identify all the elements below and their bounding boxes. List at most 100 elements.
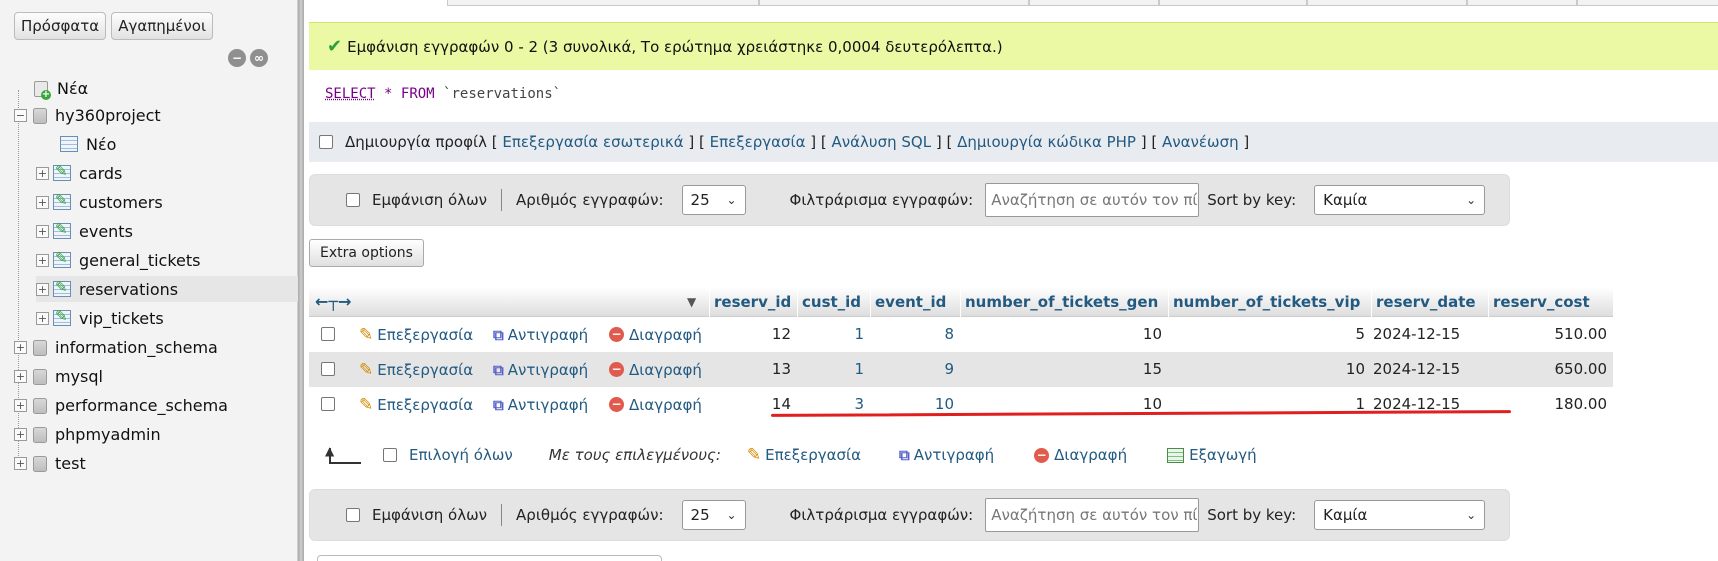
extra-options-button[interactable]: Extra options [309,239,424,267]
collapse-icon[interactable]: − [14,108,27,122]
filter-rows-input[interactable]: Αναζήτηση σε αυτόν τον πίνακα [985,498,1200,532]
cell-tickets-vip[interactable]: 10 [1168,352,1371,387]
cell-reserv-date[interactable]: 2024-12-15 [1373,317,1488,352]
top-tab[interactable] [1159,0,1307,6]
row-delete-link[interactable]: − Διαγραφή [609,352,702,387]
collapse-all-icon[interactable]: − [228,49,246,67]
explain-sql-link[interactable]: Ανάλυση SQL [832,133,932,151]
sort-by-key-select[interactable]: Καμία ⌄ [1314,185,1486,215]
row-copy-link[interactable]: ⧉ Αντιγραφή [493,317,588,352]
tree-item-vip-tickets[interactable]: + vip_tickets [36,305,164,331]
edit-query-link[interactable]: Επεξεργασία [710,133,806,151]
favorites-button[interactable]: Αγαπημένοι [111,12,214,40]
tree-item-performance-schema[interactable]: + performance_schema [14,392,228,418]
column-header-reserv-id[interactable]: reserv_id [709,287,797,317]
tree-item-cards[interactable]: + cards [36,160,122,186]
cell-event-id[interactable]: 8 [870,317,960,352]
row-edit-link[interactable]: ✎ Επεξεργασία [359,352,473,387]
tree-item-customers[interactable]: + customers [36,189,163,215]
rows-count-select[interactable]: 25 ⌄ [681,500,746,530]
top-tab[interactable] [1577,0,1718,6]
column-header-number-of-tickets-vip[interactable]: number_of_tickets_vip [1168,287,1371,317]
cell-cust-id[interactable]: 3 [797,387,870,422]
cell-reserv-cost[interactable]: 650.00 [1488,352,1613,387]
cell-event-id[interactable]: 10 [870,387,960,422]
column-header-number-of-tickets-gen[interactable]: number_of_tickets_gen [960,287,1168,317]
cell-tickets-gen[interactable]: 10 [960,387,1168,422]
bulk-copy-button[interactable]: ⧉ Αντιγραφή [899,446,994,464]
expand-icon[interactable]: + [36,195,49,209]
top-tab[interactable] [1467,0,1577,6]
expand-icon[interactable]: + [14,456,27,470]
row-delete-link[interactable]: − Διαγραφή [609,387,702,422]
tree-item-general-tickets[interactable]: + general_tickets [36,247,200,273]
cell-tickets-gen[interactable]: 15 [960,352,1168,387]
tree-item-test[interactable]: + test [14,450,86,476]
sort-dropdown-icon[interactable]: ▼ [687,287,696,317]
column-header-event-id[interactable]: event_id [870,287,960,317]
tree-item-new-table[interactable]: Νέο [60,131,116,157]
filter-rows-input[interactable]: Αναζήτηση σε αυτόν τον πίνακα [985,183,1200,217]
refresh-link[interactable]: Ανανέωση [1162,133,1239,151]
expand-icon[interactable]: + [14,369,27,383]
column-resize-arrows-icon[interactable]: ←┬→ [315,287,351,317]
tree-item-mysql[interactable]: + mysql [14,363,103,389]
cell-reserv-date[interactable]: 2024-12-15 [1373,352,1488,387]
sql-keyword-select[interactable]: SELECT [325,86,376,102]
column-header-reserv-date[interactable]: reserv_date [1371,287,1488,317]
cell-cust-id[interactable]: 1 [797,317,870,352]
row-copy-link[interactable]: ⧉ Αντιγραφή [493,352,588,387]
expand-icon[interactable]: + [36,253,49,267]
top-tab[interactable] [759,0,1029,6]
sort-by-key-select[interactable]: Καμία ⌄ [1314,500,1486,530]
tree-item-events[interactable]: + events [36,218,133,244]
top-tab[interactable] [1029,0,1159,6]
show-all-checkbox[interactable] [346,193,360,207]
row-checkbox[interactable] [321,362,335,376]
profiling-checkbox[interactable] [319,135,333,149]
cell-cust-id[interactable]: 1 [797,352,870,387]
cell-reserv-cost[interactable]: 510.00 [1488,317,1613,352]
bulk-export-button[interactable]: Εξαγωγή [1167,446,1257,464]
bulk-edit-button[interactable]: ✎ Επεξεργασία [747,445,861,465]
top-tab[interactable] [1307,0,1467,6]
column-header-cust-id[interactable]: cust_id [797,287,870,317]
expand-icon[interactable]: + [14,398,27,412]
select-all-checkbox[interactable] [383,448,397,462]
bulk-delete-button[interactable]: − Διαγραφή [1034,446,1127,464]
expand-icon[interactable]: + [14,427,27,441]
top-tab[interactable] [447,0,759,6]
create-php-code-link[interactable]: Δημιουργία κώδικα PHP [957,133,1136,151]
expand-icon[interactable]: + [36,282,49,296]
edit-inline-link[interactable]: Επεξεργασία εσωτερικά [502,133,683,151]
cell-reserv-id[interactable]: 12 [709,317,797,352]
expand-icon[interactable]: + [36,166,49,180]
rows-count-select[interactable]: 25 ⌄ [681,185,746,215]
tree-item-new[interactable]: Νέα [14,75,88,101]
select-all-label[interactable]: Επιλογή όλων [409,446,513,464]
tree-item-information-schema[interactable]: + information_schema [14,334,218,360]
tree-item-reservations[interactable]: + reservations [36,276,298,302]
cell-reserv-cost[interactable]: 180.00 [1488,387,1613,422]
expand-icon[interactable]: + [36,224,49,238]
tree-item-hy360project[interactable]: − hy360project [14,102,161,128]
cell-tickets-vip[interactable]: 1 [1168,387,1371,422]
column-header-reserv-cost[interactable]: reserv_cost [1488,287,1613,317]
tree-item-phpmyadmin[interactable]: + phpmyadmin [14,421,161,447]
cell-reserv-date[interactable]: 2024-12-15 [1373,387,1488,422]
row-copy-link[interactable]: ⧉ Αντιγραφή [493,387,588,422]
row-delete-link[interactable]: − Διαγραφή [609,317,702,352]
link-icon[interactable]: ∞ [250,49,268,67]
row-edit-link[interactable]: ✎ Επεξεργασία [359,387,473,422]
expand-icon[interactable]: + [36,311,49,325]
row-checkbox[interactable] [321,327,335,341]
show-all-checkbox[interactable] [346,508,360,522]
cell-tickets-vip[interactable]: 5 [1168,317,1371,352]
sidebar-resize-handle[interactable] [298,0,304,561]
cell-event-id[interactable]: 9 [870,352,960,387]
expand-icon[interactable]: + [14,340,27,354]
recent-button[interactable]: Πρόσφατα [14,12,107,40]
row-edit-link[interactable]: ✎ Επεξεργασία [359,317,473,352]
cell-tickets-gen[interactable]: 10 [960,317,1168,352]
cell-reserv-id[interactable]: 13 [709,352,797,387]
